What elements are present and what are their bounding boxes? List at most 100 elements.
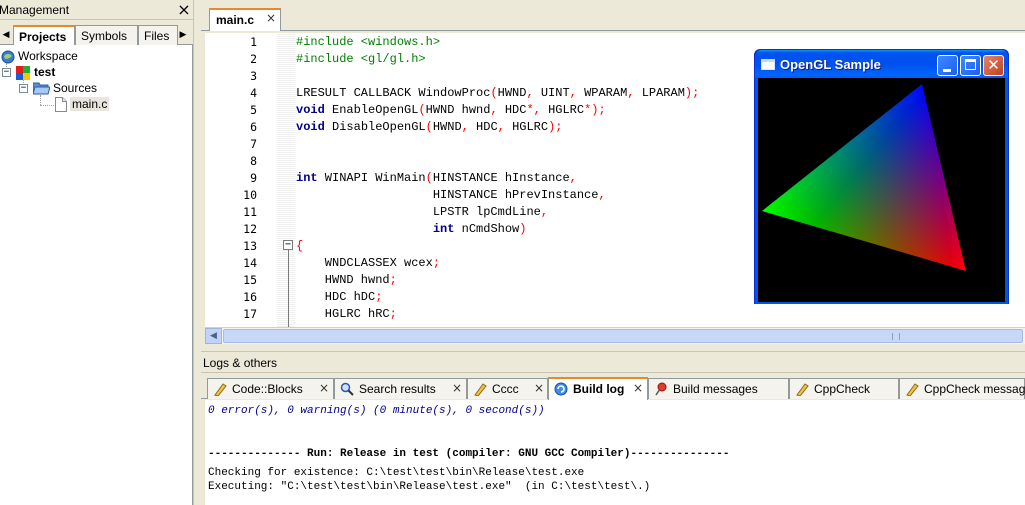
scrollbar-thumb[interactable]	[223, 329, 1023, 343]
line-number: 8	[250, 154, 257, 168]
logs-panel: Logs & others Code::Blocks × Search resu…	[201, 351, 1025, 505]
tab-codeblocks[interactable]: Code::Blocks ×	[207, 378, 334, 399]
line-number: 9	[250, 171, 257, 185]
line-number: 13	[243, 239, 257, 253]
code-line: {	[296, 239, 304, 253]
code-line: LRESULT CALLBACK WindowProc(HWND, UINT, …	[296, 86, 700, 100]
build-log-output[interactable]: 0 error(s), 0 warning(s) (0 minute(s), 0…	[205, 400, 1025, 505]
opengl-canvas	[758, 78, 1005, 302]
collapse-icon[interactable]: −	[2, 68, 11, 77]
horizontal-scrollbar[interactable]: ◀	[205, 327, 1025, 344]
code-line: HINSTANCE hPrevInstance,	[296, 188, 606, 202]
code-line: LPSTR lpCmdLine,	[296, 205, 549, 219]
close-icon[interactable]: ×	[452, 381, 462, 395]
log-line-summary: 0 error(s), 0 warning(s) (0 minute(s), 0…	[208, 405, 545, 417]
tab-label: Search results	[359, 382, 436, 396]
logs-titlebar: Logs & others	[201, 351, 1025, 373]
folder-open-icon	[33, 82, 50, 95]
line-number: 1	[250, 35, 257, 49]
close-button[interactable]: ✕	[983, 55, 1004, 76]
code-line: void DisableOpenGL(HWND, HDC, HGLRC);	[296, 120, 563, 134]
close-icon[interactable]: ×	[176, 1, 192, 18]
tab-cppcheck-messages[interactable]: CppCheck messages	[899, 378, 1025, 399]
line-number: 7	[250, 137, 257, 151]
tab-build-messages[interactable]: Build messages	[648, 378, 789, 399]
management-tabs: ◀ Projects Symbols Files ▶	[0, 25, 193, 46]
tree-item-project-test[interactable]: test	[16, 64, 55, 80]
line-number: 10	[243, 188, 257, 202]
management-title: Management	[0, 3, 70, 17]
close-icon[interactable]: ×	[534, 381, 544, 395]
code-line: WNDCLASSEX wcex;	[296, 256, 441, 270]
rgb-triangle	[762, 84, 966, 271]
tab-search-results[interactable]: Search results ×	[334, 378, 467, 399]
code-line: HDC hDC;	[296, 290, 383, 304]
pencil-icon	[796, 383, 809, 396]
build-log-icon	[554, 382, 568, 396]
close-icon[interactable]: ×	[319, 381, 329, 395]
workspace-icon	[1, 50, 15, 64]
line-number: 12	[243, 222, 257, 236]
app-window-icon	[761, 59, 775, 70]
line-number: 4	[250, 86, 257, 100]
code-line: HGLRC hRC;	[296, 307, 397, 321]
line-number: 17	[243, 307, 257, 321]
management-titlebar: Management ×	[0, 0, 193, 20]
fold-line	[288, 250, 289, 327]
pencil-icon	[474, 383, 487, 396]
codeblocks-icon	[214, 383, 227, 396]
vertical-splitter[interactable]	[193, 0, 201, 505]
maximize-button[interactable]	[960, 55, 981, 76]
search-icon	[340, 382, 354, 396]
tab-cccc[interactable]: Cccc ×	[467, 378, 548, 399]
code-line: void EnableOpenGL(HWND hwnd, HDC*, HGLRC…	[296, 103, 606, 117]
tab-main-c[interactable]: main.c ×	[209, 8, 281, 31]
grip-icon	[892, 333, 900, 340]
line-number: 6	[250, 120, 257, 134]
project-tree: Workspace − test − Sources main.c	[0, 45, 193, 505]
code-line: HWND hwnd;	[296, 273, 397, 287]
tab-label: CppCheck messages	[924, 382, 1025, 396]
log-line-executing: Executing: "C:\test\test\bin\Release\tes…	[208, 481, 651, 493]
minimize-icon	[943, 69, 951, 72]
log-line-checking: Checking for existence: C:\test\test\bin…	[208, 467, 585, 479]
tab-cppcheck[interactable]: CppCheck	[789, 378, 899, 399]
tab-projects[interactable]: Projects	[13, 25, 75, 46]
line-number: 11	[243, 205, 257, 219]
tree-item-main-c[interactable]: main.c	[55, 96, 110, 113]
fold-collapse-icon[interactable]: −	[283, 240, 293, 250]
close-icon[interactable]: ×	[633, 381, 643, 395]
fold-margin	[277, 33, 295, 327]
line-number: 15	[243, 273, 257, 287]
tab-symbols[interactable]: Symbols	[75, 25, 138, 45]
opengl-sample-window[interactable]: OpenGL Sample ✕	[754, 49, 1009, 304]
tab-main-c-label: main.c	[216, 13, 255, 27]
code-line: int nCmdShow)	[432, 222, 527, 236]
editor-tabs: main.c ×	[201, 0, 1025, 31]
scroll-left-icon[interactable]: ◀	[205, 328, 222, 344]
scroll-right-icon[interactable]: ▶	[178, 28, 188, 42]
code-line: #include <windows.h>	[296, 35, 441, 49]
log-line-run-header: -------------- Run: Release in test (com…	[208, 448, 730, 460]
tree-item-workspace[interactable]: Workspace	[1, 48, 78, 64]
close-icon[interactable]: ×	[266, 11, 276, 25]
window-title: OpenGL Sample	[780, 57, 881, 72]
sources-label: Sources	[53, 81, 98, 95]
tab-files[interactable]: Files	[138, 25, 178, 45]
line-number: 2	[250, 52, 257, 66]
line-number: 5	[250, 103, 257, 117]
tree-item-sources[interactable]: Sources	[33, 80, 97, 96]
window-titlebar[interactable]: OpenGL Sample ✕	[755, 50, 1008, 78]
minimize-button[interactable]	[937, 55, 958, 76]
collapse-icon[interactable]: −	[19, 84, 28, 93]
tab-build-log[interactable]: Build log ×	[548, 377, 648, 400]
tab-label: Build log	[573, 382, 625, 396]
scroll-left-icon[interactable]: ◀	[1, 28, 11, 42]
logs-tabs: Code::Blocks × Search results × Cccc × B…	[201, 375, 1025, 400]
line-number: 3	[250, 69, 257, 83]
tab-label: Cccc	[492, 382, 519, 396]
code-line: int WINAPI WinMain(HINSTANCE hInstance,	[296, 171, 577, 185]
maximize-icon	[965, 59, 976, 70]
main-c-label: main.c	[70, 97, 110, 111]
pencil-icon	[906, 383, 919, 396]
